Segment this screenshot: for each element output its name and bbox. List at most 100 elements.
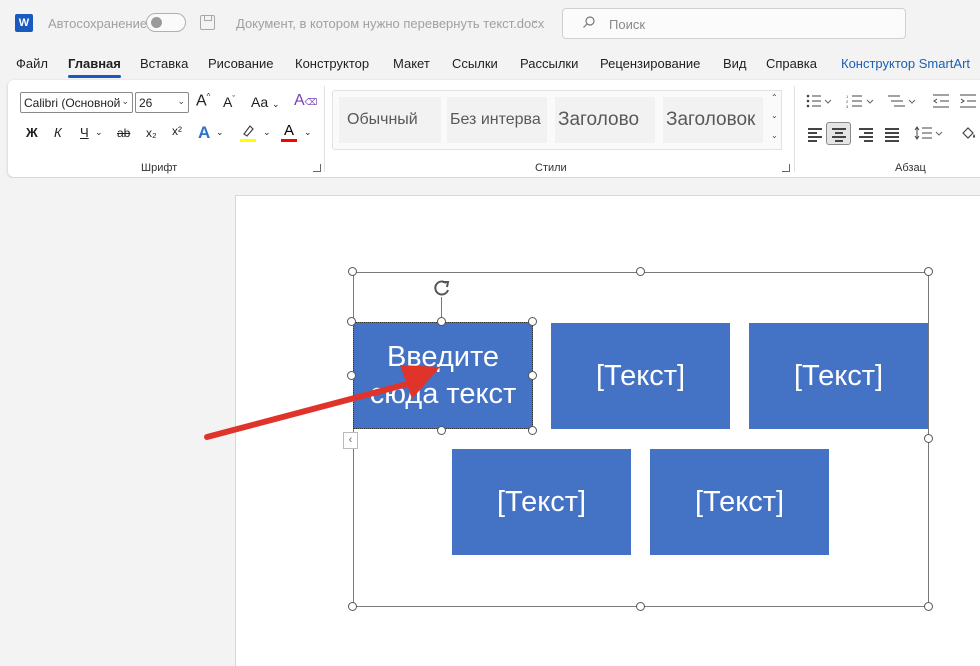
styles-scroll[interactable]: ⌃ ⌄ ⌄ xyxy=(769,90,782,150)
decrease-indent-icon xyxy=(933,94,949,108)
chevron-down-icon[interactable]: ⌄ xyxy=(771,111,778,120)
shape-text[interactable]: [Текст] xyxy=(596,358,685,395)
shading-button[interactable] xyxy=(960,125,978,143)
resize-handle[interactable] xyxy=(528,426,537,435)
style-normal[interactable]: Обычный xyxy=(339,97,441,143)
autosave-toggle[interactable] xyxy=(146,13,186,32)
chevron-down-icon[interactable]: ⌄ xyxy=(530,13,539,26)
bullets-button[interactable] xyxy=(806,94,832,110)
multilevel-list-icon xyxy=(888,95,916,107)
resize-handle[interactable] xyxy=(437,317,446,326)
smartart-shape[interactable]: [Текст] xyxy=(452,449,631,555)
chevron-down-icon[interactable]: ⌄ xyxy=(95,127,103,138)
text-effects-button[interactable]: A xyxy=(198,123,210,143)
chevron-down-icon[interactable]: ⌄ xyxy=(263,127,271,138)
change-case-button[interactable]: Aa ⌄ xyxy=(251,94,280,110)
smartart-shape[interactable]: [Текст] xyxy=(551,323,730,429)
resize-handle[interactable] xyxy=(924,267,933,276)
superscript-button[interactable]: x² xyxy=(172,124,182,138)
ribbon-home: Calibri (Основной ⌄ 26 ⌄ A^ Aˇ Aa ⌄ A⌫ Ж К… xyxy=(8,80,980,177)
tab-layout[interactable]: Макет xyxy=(393,56,430,71)
justify-icon[interactable] xyxy=(885,128,899,142)
styles-gallery: Обычный Без интерва Заголово Заголовок xyxy=(332,90,770,150)
save-icon[interactable] xyxy=(200,15,215,30)
highlight-color-bar xyxy=(240,139,256,142)
shape-text[interactable]: [Текст] xyxy=(497,484,586,521)
tab-mailings[interactable]: Рассылки xyxy=(520,56,578,71)
group-separator xyxy=(324,86,325,172)
style-heading-1[interactable]: Заголово xyxy=(555,97,655,143)
word-app-icon[interactable]: W xyxy=(15,14,33,32)
chevron-down-icon[interactable]: ⌄ xyxy=(304,127,312,138)
tab-view[interactable]: Вид xyxy=(723,56,747,71)
style-no-spacing[interactable]: Без интерва xyxy=(447,97,547,143)
font-size-dropdown[interactable]: 26 ⌄ xyxy=(135,92,189,113)
rotate-connector xyxy=(441,297,442,317)
resize-handle[interactable] xyxy=(528,317,537,326)
grow-font-button[interactable]: A^ xyxy=(196,92,210,110)
decrease-indent-button[interactable] xyxy=(933,94,951,110)
chevron-up-icon[interactable]: ⌃ xyxy=(771,93,778,102)
search-box[interactable] xyxy=(562,8,906,39)
line-spacing-button[interactable] xyxy=(913,126,943,142)
resize-handle[interactable] xyxy=(347,317,356,326)
clear-formatting-button[interactable]: A⌫ xyxy=(294,92,317,110)
tab-smartart-design[interactable]: Конструктор SmartArt xyxy=(841,56,970,71)
tab-file[interactable]: Файл xyxy=(16,56,48,71)
highlighter-icon xyxy=(243,125,254,137)
align-center-button[interactable] xyxy=(826,122,851,145)
multilevel-list-button[interactable] xyxy=(888,94,916,110)
shrink-font-button[interactable]: Aˇ xyxy=(223,94,235,110)
autosave-label: Автосохранение xyxy=(48,16,148,31)
group-separator xyxy=(794,86,795,172)
subscript-button[interactable]: x₂ xyxy=(146,126,157,140)
search-input[interactable] xyxy=(607,14,891,34)
align-left-icon[interactable] xyxy=(808,128,822,142)
resize-handle[interactable] xyxy=(636,602,645,611)
bold-button[interactable]: Ж xyxy=(26,125,38,140)
tab-draw[interactable]: Рисование xyxy=(208,56,273,71)
resize-handle[interactable] xyxy=(924,434,933,443)
tab-home[interactable]: Главная xyxy=(68,56,121,78)
document-title[interactable]: Документ, в котором нужно перевернуть те… xyxy=(236,16,544,31)
tab-design[interactable]: Конструктор xyxy=(295,56,369,71)
styles-dialog-launcher[interactable] xyxy=(782,164,790,172)
group-label-paragraph: Абзац xyxy=(895,162,926,174)
numbering-button[interactable]: 123 xyxy=(846,94,874,110)
paint-bucket-icon xyxy=(962,127,975,139)
tab-references[interactable]: Ссылки xyxy=(452,56,498,71)
resize-handle[interactable] xyxy=(348,267,357,276)
font-name-dropdown[interactable]: Calibri (Основной ⌄ xyxy=(20,92,133,113)
align-center-icon xyxy=(832,128,846,142)
resize-handle[interactable] xyxy=(348,602,357,611)
shape-text[interactable]: [Текст] xyxy=(695,484,784,521)
chevron-down-icon[interactable]: ⌄ xyxy=(216,127,224,138)
rotate-icon[interactable] xyxy=(432,278,452,298)
tab-review[interactable]: Рецензирование xyxy=(600,56,700,71)
strikethrough-button[interactable]: ab xyxy=(117,126,130,140)
tab-insert[interactable]: Вставка xyxy=(140,56,188,71)
more-styles-icon[interactable]: ⌄ xyxy=(771,131,778,140)
style-heading-2[interactable]: Заголовок xyxy=(663,97,763,143)
font-size-value: 26 xyxy=(139,96,153,110)
underline-button[interactable]: Ч xyxy=(80,125,89,140)
smartart-shape[interactable]: [Текст] xyxy=(749,323,928,429)
increase-indent-button[interactable] xyxy=(960,94,978,110)
smartart-shape[interactable]: [Текст] xyxy=(650,449,829,555)
grow-font-icon: A xyxy=(196,92,207,110)
resize-handle[interactable] xyxy=(528,371,537,380)
group-label-font: Шрифт xyxy=(141,162,178,174)
font-color-button[interactable]: A xyxy=(281,122,297,142)
shape-text[interactable]: [Текст] xyxy=(794,358,883,395)
chevron-down-icon: ⌄ xyxy=(121,96,129,106)
italic-button[interactable]: К xyxy=(54,125,62,140)
highlight-button[interactable] xyxy=(240,124,256,142)
resize-handle[interactable] xyxy=(636,267,645,276)
font-name-value: Calibri (Основной xyxy=(24,96,121,110)
resize-handle[interactable] xyxy=(924,602,933,611)
align-right-icon[interactable] xyxy=(859,128,873,142)
change-case-icon: Aa xyxy=(251,94,269,110)
title-bar: W Автосохранение Документ, в котором нуж… xyxy=(0,0,980,46)
font-dialog-launcher[interactable] xyxy=(313,164,321,172)
tab-help[interactable]: Справка xyxy=(766,56,817,71)
